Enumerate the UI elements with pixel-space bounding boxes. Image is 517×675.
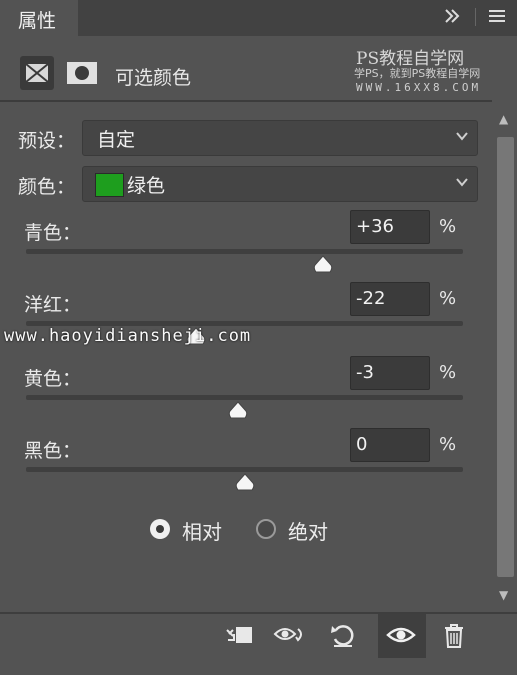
magenta-percent: % <box>439 288 457 309</box>
adjustment-layer-button[interactable] <box>20 56 54 90</box>
color-swatch <box>95 173 124 197</box>
visibility-eye-icon[interactable] <box>385 620 417 652</box>
magenta-value: -22 <box>356 288 386 309</box>
black-slider-track[interactable] <box>26 467 463 472</box>
absolute-radio[interactable] <box>256 519 276 539</box>
hamburger-menu-icon[interactable] <box>487 7 507 30</box>
chevron-down-icon <box>455 174 469 193</box>
double-chevron-right-icon[interactable] <box>443 7 461 30</box>
chevron-down-icon <box>455 128 469 147</box>
header-divider <box>0 100 492 102</box>
black-input[interactable]: 0 <box>350 428 430 462</box>
yellow-slider-track[interactable] <box>26 395 463 400</box>
tab-properties-label: 属性 <box>18 10 57 32</box>
layer-mask-icon[interactable] <box>66 60 98 90</box>
magenta-input[interactable]: -22 <box>350 282 430 316</box>
cyan-slider-track[interactable] <box>26 249 463 254</box>
scroll-down-icon[interactable]: ▼ <box>499 588 508 602</box>
tab-bar-separator <box>475 8 476 26</box>
watermark-url: WWW.16XX8.COM <box>356 81 482 94</box>
relative-label[interactable]: 相对 <box>182 516 222 545</box>
cyan-label: 青色： <box>24 222 82 244</box>
view-previous-icon[interactable] <box>272 620 308 652</box>
scroll-up-icon[interactable]: ▲ <box>499 112 508 126</box>
yellow-label: 黄色： <box>24 368 82 390</box>
cyan-percent: % <box>439 216 457 237</box>
scrollbar-thumb[interactable] <box>497 137 514 577</box>
relative-radio[interactable] <box>150 519 170 539</box>
cyan-input[interactable]: +36 <box>350 210 430 244</box>
reset-icon[interactable] <box>328 620 358 652</box>
preset-label: 预设： <box>18 130 76 152</box>
cyan-value: +36 <box>356 216 394 237</box>
black-value: 0 <box>356 434 368 455</box>
clip-to-layer-icon[interactable] <box>224 620 256 652</box>
yellow-value: -3 <box>356 362 374 383</box>
absolute-label[interactable]: 绝对 <box>288 516 328 545</box>
color-label: 颜色： <box>18 176 76 198</box>
trash-icon[interactable] <box>440 620 468 652</box>
black-percent: % <box>439 434 457 455</box>
preset-select[interactable]: 自定 <box>82 120 478 156</box>
color-value: 绿色 <box>127 175 166 197</box>
adjustment-title: 可选颜色 <box>115 67 192 89</box>
yellow-input[interactable]: -3 <box>350 356 430 390</box>
color-select[interactable]: 绿色 <box>82 166 478 202</box>
overlay-watermark: www.haoyidiansheji.com <box>4 326 252 346</box>
magenta-label: 洋红： <box>24 294 82 316</box>
watermark-subtitle: 学PS，就到PS教程自学网 <box>354 67 481 80</box>
preset-value: 自定 <box>97 129 136 151</box>
black-label: 黑色： <box>24 440 82 462</box>
yellow-percent: % <box>439 362 457 383</box>
